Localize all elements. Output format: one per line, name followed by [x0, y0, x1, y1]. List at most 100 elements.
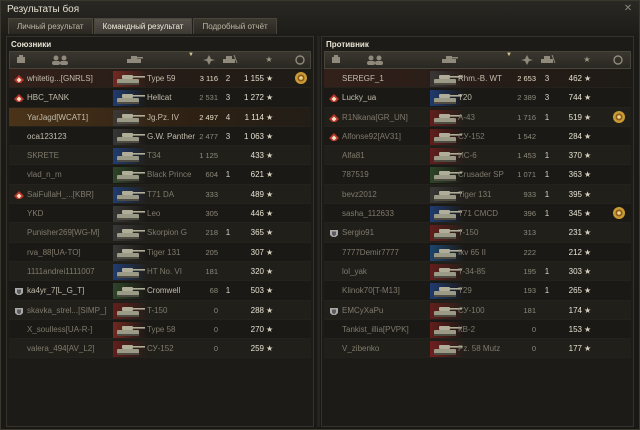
squad-column-icon[interactable] [15, 55, 27, 66]
damage-value: 1 453 [517, 151, 536, 161]
player-row[interactable]: HBC_TANK Hellcat 2 531 3 1 272 ★ [9, 88, 311, 108]
diamond-badge-icon [329, 92, 339, 103]
player-row[interactable]: R1Nkana[GR_UN] A-43 1 716 1 519 ★ [324, 107, 631, 127]
allies-title: Союзники [11, 40, 52, 49]
star-icon: ★ [266, 74, 274, 83]
player-name: bevz2012 [342, 189, 377, 199]
damage-value: 193 [523, 286, 536, 296]
tab-personal-result[interactable]: Личный результат [8, 18, 93, 34]
diamond-badge-icon [329, 131, 339, 141]
player-name: skavka_strel...[SIMP_] [27, 305, 107, 315]
kills-column-icon[interactable] [538, 55, 558, 66]
star-icon: ★ [584, 189, 592, 199]
player-name: oca123123 [27, 131, 67, 141]
player-row[interactable]: rva_88[UA-TO] Tiger 131 205 307 ★ [9, 242, 311, 262]
player-name: Klinok70[T-M13] [342, 286, 400, 296]
kills-value [222, 262, 234, 281]
player-row[interactable]: vlad_n_m Black Prince 604 1 621 ★ [9, 165, 311, 185]
damage-value: 1 542 [517, 131, 536, 141]
experience-value: 1 155 [243, 74, 264, 83]
player-row[interactable]: SKRETE T34 1 125 433 ★ [9, 146, 311, 166]
player-row[interactable]: ka4yr_7[L_G_T] Cromwell 68 1 503 ★ [9, 281, 311, 301]
player-row[interactable]: Punisher269[WG-M] Skorpion G 218 1 365 ★ [9, 223, 311, 243]
kills-value [222, 339, 234, 358]
squad-column-icon[interactable] [330, 55, 342, 66]
kills-value: 1 [225, 286, 231, 296]
tank-icon [113, 225, 147, 242]
player-name: Alfa81 [342, 151, 365, 161]
player-row[interactable]: Sergio91 T-150 313 231 ★ [324, 223, 631, 243]
experience-value: 395 [568, 189, 582, 199]
tank-icon [113, 71, 147, 87]
player-name: Alfonse92[AV31] [342, 131, 402, 141]
experience-value: 307 [250, 247, 264, 257]
experience-value: 284 [568, 131, 582, 141]
player-row[interactable]: V_zibenko Pz. 58 Mutz 0 177 ★ [324, 339, 631, 359]
star-icon: ★ [266, 209, 274, 219]
damage-column-icon[interactable] [200, 55, 218, 66]
tank-column-icon[interactable] [122, 55, 146, 66]
medals-column-icon[interactable] [611, 55, 625, 66]
damage-value: 396 [523, 209, 536, 219]
player-row[interactable]: whitetig...[GNRLS] Type 59 3 116 2 1 155… [9, 69, 311, 89]
badge-slot [329, 169, 339, 179]
player-row[interactable]: 1111andrei1111007 HT No. VI 181 320 ★ [9, 261, 311, 282]
medal-icon[interactable] [612, 206, 626, 220]
player-column-icon[interactable] [40, 55, 80, 66]
medal-icon[interactable] [294, 71, 308, 85]
damage-column-icon[interactable] [518, 55, 536, 66]
experience-value: 303 [568, 266, 582, 276]
tab-team-result[interactable]: Командный результат [93, 18, 193, 34]
experience-value: 212 [568, 247, 582, 257]
experience-value: 270 [250, 324, 264, 334]
experience-value: 231 [568, 228, 582, 238]
diamond-badge-icon [14, 73, 24, 83]
tank-icon [113, 167, 147, 184]
kills-column-icon[interactable] [220, 55, 240, 66]
player-row[interactable]: Lucky_ua T20 2 389 3 744 ★ [324, 88, 631, 108]
experience-value: 519 [568, 112, 582, 122]
player-row[interactable]: YarJagd[WCAT1] Jg.Pz. IV 2 497 4 1 114 ★ [9, 107, 311, 127]
player-row[interactable]: 7777Demir7777 Ikv 65 II 222 212 ★ [324, 242, 631, 262]
player-row[interactable]: SaiFullaH_...[KBR] T71 DA 333 489 ★ [9, 184, 311, 205]
damage-value: 0 [213, 344, 218, 354]
damage-value: 2 389 [517, 93, 536, 103]
tank-column-icon[interactable] [437, 55, 461, 66]
player-row[interactable]: Tankist_illia[PVPK] КВ-2 0 153 ★ [324, 319, 631, 340]
damage-value: 313 [523, 228, 536, 238]
experience-value: 744 [568, 93, 582, 103]
damage-value: 333 [205, 189, 218, 199]
player-name: SEREGF_1 [342, 74, 384, 83]
close-icon[interactable]: ✕ [623, 4, 633, 14]
player-row[interactable]: 787519 Crusader SP 1 071 1 363 ★ [324, 165, 631, 185]
player-row[interactable]: EMCyXaPu СУ-100 181 174 ★ [324, 300, 631, 320]
player-row[interactable]: Alfonse92[AV31] СУ-152 1 542 284 ★ [324, 126, 631, 147]
experience-column-icon[interactable]: ★ [580, 55, 594, 66]
player-column-icon[interactable] [355, 55, 395, 66]
badge-slot [14, 150, 24, 160]
player-row[interactable]: lol_yak T-34-85 195 1 303 ★ [324, 261, 631, 282]
medals-column-icon[interactable] [293, 55, 307, 66]
player-row[interactable]: Klinok70[T-M13] T29 193 1 265 ★ [324, 281, 631, 301]
kills-value [222, 146, 234, 165]
player-row[interactable]: Alfa81 ИС-6 1 453 1 370 ★ [324, 146, 631, 166]
player-row[interactable]: X_soulless[UA-R-] Type 58 0 270 ★ [9, 319, 311, 340]
player-row[interactable]: bevz2012 Tiger 131 933 1 395 ★ [324, 184, 631, 205]
experience-value: 1 272 [243, 93, 264, 103]
damage-value: 222 [523, 247, 536, 257]
player-row[interactable]: sasha_112633 T71 CMCD 396 1 345 ★ [324, 204, 631, 224]
kills-value: 3 [225, 131, 231, 141]
player-row[interactable]: YKD Leo 305 446 ★ [9, 204, 311, 224]
tank-icon [113, 128, 147, 145]
player-name: Lucky_ua [342, 93, 377, 103]
player-row[interactable]: valera_494[AV_L2] СУ-152 0 259 ★ [9, 339, 311, 359]
experience-column-icon[interactable]: ★ [262, 55, 276, 66]
player-row[interactable]: skavka_strel...[SIMP_] T-150 0 288 ★ [9, 300, 311, 320]
player-row[interactable]: SEREGF_1 Rhm.-B. WT 2 653 3 462 ★ [324, 69, 631, 89]
star-icon: ★ [584, 286, 592, 296]
kills-value: 4 [225, 112, 231, 122]
player-row[interactable]: oca123123 G.W. Panther 2 477 3 1 063 ★ [9, 126, 311, 147]
window-title: Результаты боя [7, 3, 80, 15]
tab-detailed-report[interactable]: Подробный отчёт [193, 18, 277, 34]
medal-icon[interactable] [612, 110, 626, 124]
